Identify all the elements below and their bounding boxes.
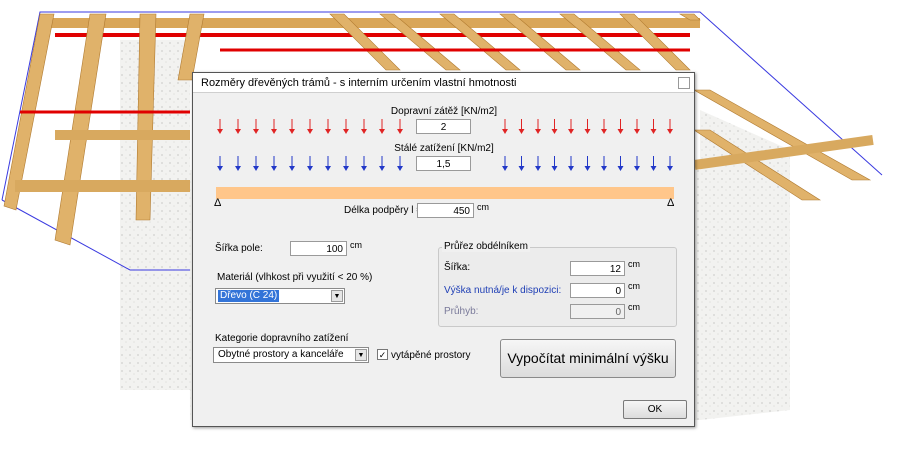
load-arrow-left-9 — [379, 156, 385, 171]
chevron-down-icon[interactable]: ▼ — [331, 290, 343, 302]
ridge-beam — [40, 18, 700, 28]
load-arrow-right-9 — [650, 156, 657, 171]
deflection-input: 0 — [570, 304, 625, 319]
load-arrow-right-3 — [551, 119, 558, 134]
load-arrow-left-2 — [253, 119, 259, 134]
load-arrow-left-4 — [289, 119, 295, 134]
traffic-category-select[interactable]: Obytné prostory a kanceláře ▼ — [213, 347, 369, 363]
traffic-load-label: Dopravní zátěž [KN/m2] — [390, 106, 498, 117]
section-height-label: Výška nutná/je k dispozici: — [444, 285, 562, 296]
load-arrow-right-10 — [667, 156, 673, 171]
load-arrow-right-0 — [502, 119, 508, 134]
material-selected-value: Dřevo (C 24) — [218, 290, 280, 302]
load-arrow-right-1 — [518, 156, 525, 171]
load-arrow-left-6 — [325, 119, 331, 134]
calculate-min-height-button[interactable]: Vypočítat minimální výšku — [500, 339, 676, 378]
load-arrow-right-5 — [584, 119, 591, 134]
checkmark-icon: ✓ — [378, 350, 387, 360]
triangle-support-icon-right: Δ — [667, 197, 675, 209]
load-arrow-left-7 — [343, 119, 349, 134]
load-arrow-left-4 — [289, 156, 295, 171]
support-length-label: Délka podpěry l = — [344, 205, 423, 216]
traffic-category-selected-value: Obytné prostory a kanceláře — [218, 349, 344, 360]
traffic-category-label: Kategorie dopravního zatížení — [215, 333, 349, 344]
dialog-titlebar: Rozměry dřevěných trámů - s interním urč… — [193, 73, 694, 93]
beam-bar — [216, 187, 674, 199]
load-arrow-right-3 — [551, 156, 558, 171]
section-width-unit: cm — [628, 259, 640, 269]
purlin-left-2 — [55, 130, 190, 140]
support-length-input[interactable]: 450 — [417, 203, 474, 218]
load-arrow-right-1 — [518, 119, 525, 134]
load-arrow-right-8 — [634, 119, 640, 134]
load-arrow-left-10 — [397, 156, 403, 171]
close-icon[interactable] — [678, 77, 690, 89]
field-width-unit: cm — [350, 240, 362, 250]
load-arrow-right-10 — [667, 119, 673, 134]
deflection-unit: cm — [628, 302, 640, 312]
load-arrow-left-9 — [379, 119, 385, 134]
load-arrow-right-5 — [584, 156, 591, 171]
cross-section-group-title: Průřez obdélníkem — [442, 241, 530, 252]
load-arrow-left-10 — [397, 119, 403, 134]
load-arrow-left-0 — [217, 119, 223, 134]
field-width-label: Šířka pole: — [215, 243, 263, 254]
load-arrow-right-8 — [634, 156, 640, 171]
beam-dimensions-dialog: Rozměry dřevěných trámů - s interním urč… — [192, 72, 695, 427]
material-label: Materiál (vlhkost při využití < 20 %) — [217, 272, 373, 283]
load-arrow-right-4 — [568, 119, 574, 134]
permanent-load-input[interactable]: 1,5 — [416, 156, 471, 171]
load-arrow-right-7 — [617, 119, 624, 134]
load-arrow-right-9 — [650, 119, 657, 134]
load-arrow-right-0 — [502, 156, 508, 171]
load-arrow-left-0 — [217, 156, 223, 171]
load-arrow-left-2 — [253, 156, 259, 171]
load-arrow-right-6 — [601, 119, 607, 134]
load-arrow-right-7 — [617, 156, 624, 171]
wall-left — [120, 40, 190, 390]
load-arrow-left-8 — [361, 119, 367, 134]
load-arrow-left-6 — [325, 156, 331, 171]
load-arrow-left-1 — [235, 119, 241, 134]
load-arrow-left-8 — [361, 156, 367, 171]
load-arrow-right-2 — [535, 119, 541, 134]
triangle-support-icon-left: Δ — [214, 197, 222, 209]
load-arrow-left-5 — [307, 156, 313, 171]
field-width-input[interactable]: 100 — [290, 241, 347, 256]
ok-button[interactable]: OK — [623, 400, 687, 419]
load-arrow-left-1 — [235, 156, 241, 171]
permanent-load-label: Stálé zatížení [KN/m2] — [394, 143, 494, 154]
dialog-title: Rozměry dřevěných trámů - s interním urč… — [201, 77, 517, 89]
load-arrow-right-2 — [535, 156, 541, 171]
load-arrow-left-3 — [271, 156, 277, 171]
deflection-label: Průhyb: — [444, 306, 479, 317]
section-height-input[interactable]: 0 — [570, 283, 625, 298]
section-width-input[interactable]: 12 — [570, 261, 625, 276]
load-arrow-right-6 — [601, 156, 607, 171]
support-length-unit: cm — [477, 202, 489, 212]
material-select[interactable]: Dřevo (C 24) ▼ — [215, 288, 345, 304]
load-arrow-left-7 — [343, 156, 349, 171]
load-arrow-left-5 — [307, 119, 313, 134]
traffic-load-input[interactable]: 2 — [416, 119, 471, 134]
cross-section-group: Průřez obdélníkem Šířka: 12 cm Výška nut… — [438, 241, 677, 327]
section-height-unit: cm — [628, 281, 640, 291]
heated-spaces-label: vytápěné prostory — [391, 350, 471, 361]
chevron-down-icon[interactable]: ▼ — [355, 349, 367, 361]
load-arrow-right-4 — [568, 156, 574, 171]
load-arrow-left-3 — [271, 119, 277, 134]
purlin-left — [15, 180, 190, 192]
section-width-label: Šířka: — [444, 262, 471, 273]
heated-spaces-checkbox[interactable]: ✓ — [377, 349, 388, 360]
